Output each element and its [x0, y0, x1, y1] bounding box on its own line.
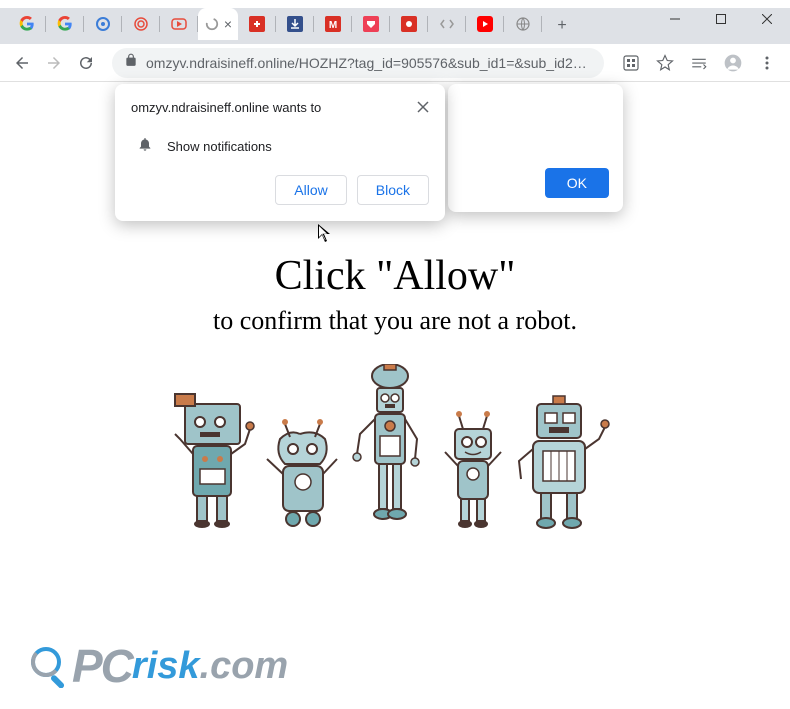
- swirl-icon: [95, 16, 111, 32]
- bookmark-icon[interactable]: [650, 48, 680, 78]
- tab-12[interactable]: [428, 10, 466, 38]
- permission-title: omzyv.ndraisineff.online wants to: [131, 100, 321, 115]
- cursor-icon: [318, 224, 332, 249]
- tab-14[interactable]: [504, 10, 542, 38]
- forward-button[interactable]: [40, 49, 68, 77]
- youtube-outline-icon: [171, 16, 187, 32]
- red-square-icon: [249, 16, 265, 32]
- lock-icon: [124, 53, 138, 72]
- back-button[interactable]: [8, 49, 36, 77]
- media-icon[interactable]: [684, 48, 714, 78]
- tab-4[interactable]: [122, 10, 160, 38]
- headline-text: Click "Allow": [0, 252, 790, 300]
- permission-close-icon[interactable]: [417, 100, 429, 118]
- tab-3[interactable]: [84, 10, 122, 38]
- tab-9[interactable]: M: [314, 10, 352, 38]
- extension-icon[interactable]: [616, 48, 646, 78]
- subline-text: to confirm that you are not a robot.: [0, 306, 790, 336]
- watermark-pc: PC: [72, 639, 132, 693]
- url-text: omzyv.ndraisineff.online/HOZHZ?tag_id=90…: [146, 55, 592, 71]
- ok-button[interactable]: OK: [545, 168, 609, 198]
- tab-13[interactable]: [466, 10, 504, 38]
- allow-button[interactable]: Allow: [275, 175, 346, 205]
- new-tab-button[interactable]: +: [548, 12, 576, 40]
- ok-dialog: OK: [448, 84, 623, 212]
- toolbar: omzyv.ndraisineff.online/HOZHZ?tag_id=90…: [0, 44, 790, 82]
- menu-icon[interactable]: [752, 48, 782, 78]
- tab-close-icon[interactable]: ×: [224, 16, 232, 32]
- close-window-button[interactable]: [744, 4, 790, 34]
- bell-icon: [137, 136, 153, 157]
- watermark-risk: risk: [132, 645, 200, 688]
- watermark-com: .com: [200, 645, 289, 688]
- tab-strip: × M +: [0, 8, 790, 44]
- svg-text:M: M: [329, 20, 337, 31]
- reload-button[interactable]: [72, 49, 100, 77]
- page-content: omzyv.ndraisineff.online wants to Show n…: [0, 82, 790, 709]
- tab-8[interactable]: [276, 10, 314, 38]
- tab-google-1[interactable]: [8, 10, 46, 38]
- tab-5[interactable]: [160, 10, 198, 38]
- maximize-button[interactable]: [698, 4, 744, 34]
- download-icon: [287, 16, 303, 32]
- youtube-icon: [477, 16, 493, 32]
- red-circle-icon: [401, 16, 417, 32]
- watermark: PC risk .com: [28, 639, 288, 693]
- tab-active[interactable]: ×: [198, 8, 238, 40]
- address-bar[interactable]: omzyv.ndraisineff.online/HOZHZ?tag_id=90…: [112, 48, 604, 78]
- loading-icon: [204, 16, 220, 32]
- red-m-icon: M: [325, 16, 341, 32]
- notification-permission-dialog: omzyv.ndraisineff.online wants to Show n…: [115, 84, 445, 221]
- google-icon: [57, 16, 73, 32]
- tab-10[interactable]: [352, 10, 390, 38]
- code-icon: [439, 16, 455, 32]
- pocket-icon: [363, 16, 379, 32]
- tab-7[interactable]: [238, 10, 276, 38]
- tab-11[interactable]: [390, 10, 428, 38]
- robots-illustration: [0, 364, 790, 564]
- globe-icon: [515, 16, 531, 32]
- google-icon: [19, 16, 35, 32]
- target-icon: [133, 16, 149, 32]
- block-button[interactable]: Block: [357, 175, 429, 205]
- permission-label: Show notifications: [167, 139, 272, 154]
- tab-google-2[interactable]: [46, 10, 84, 38]
- magnifier-icon: [28, 644, 72, 688]
- minimize-button[interactable]: [652, 4, 698, 34]
- profile-icon[interactable]: [718, 48, 748, 78]
